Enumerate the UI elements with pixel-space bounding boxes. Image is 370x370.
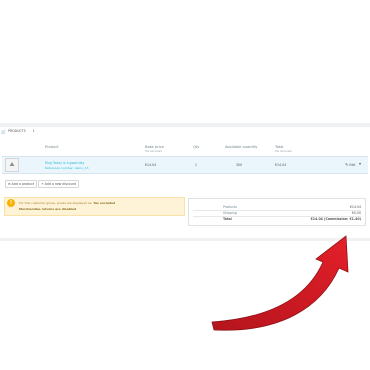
red-arrow-body xyxy=(211,235,349,331)
red-arrow xyxy=(211,235,349,331)
